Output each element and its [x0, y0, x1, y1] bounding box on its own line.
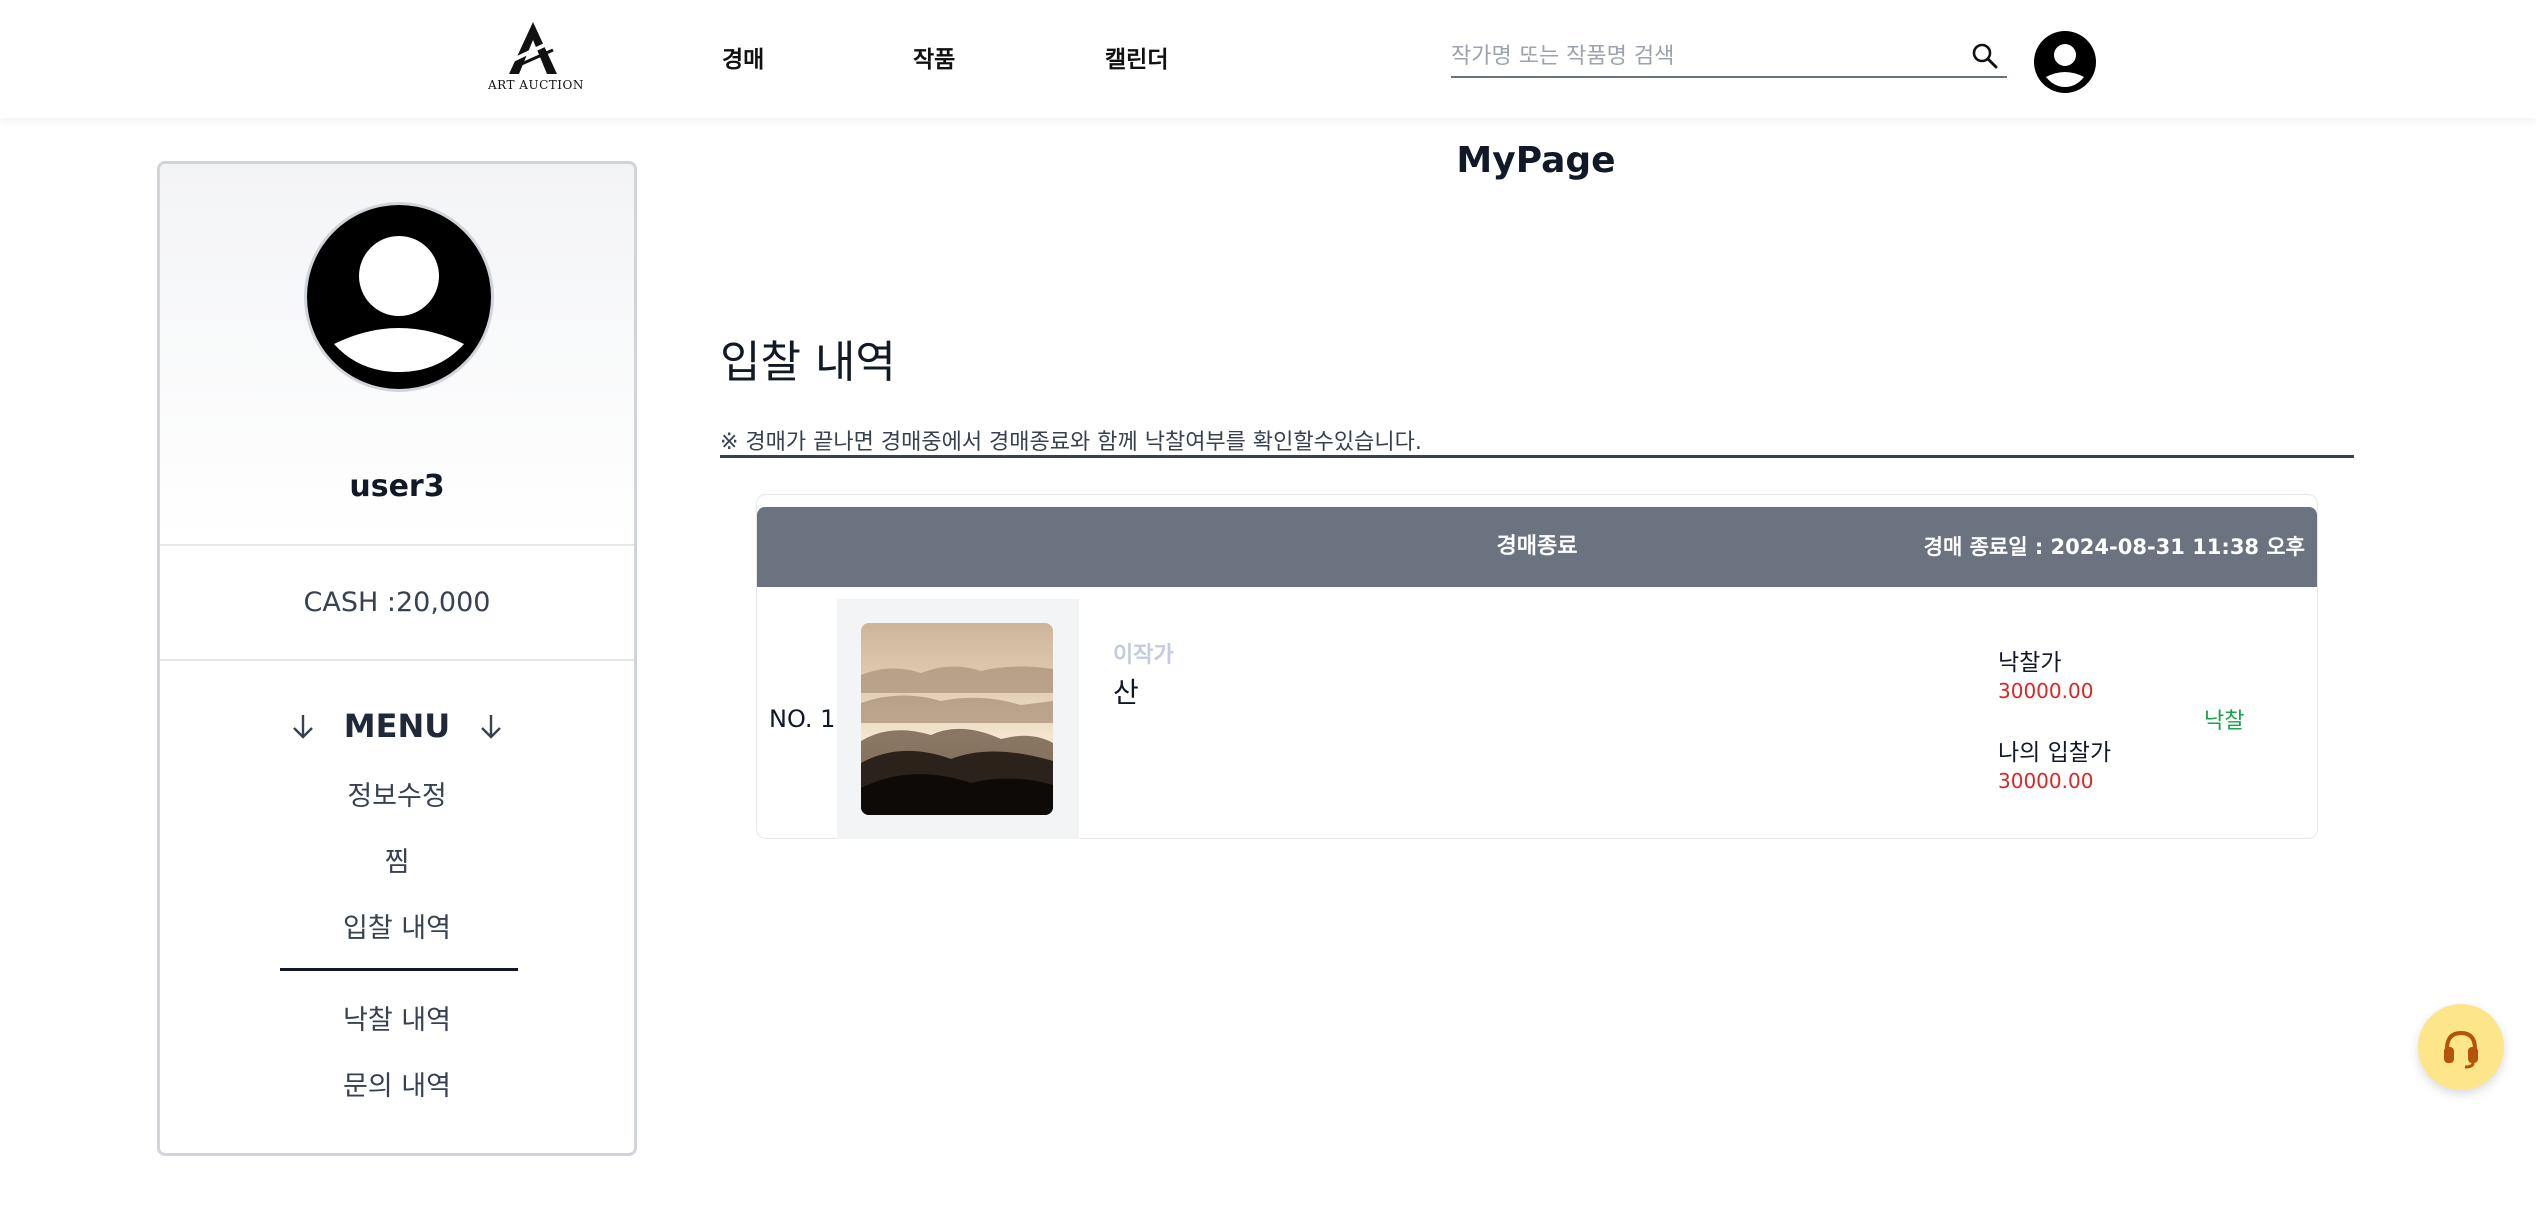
- winning-price-value: 30000.00: [1998, 679, 2094, 703]
- menu-item-bid-history[interactable]: 입찰 내역: [160, 906, 634, 945]
- cash-balance: CASH :20,000: [160, 546, 634, 659]
- my-bid-value: 30000.00: [1998, 769, 2094, 793]
- nav-calendar[interactable]: 캘린더: [1105, 40, 1168, 74]
- artwork-thumbnail[interactable]: [861, 623, 1053, 815]
- logo-mark-icon: [509, 22, 557, 74]
- cash-text: CASH :20,000: [303, 587, 491, 618]
- logo[interactable]: ART AUCTION: [488, 20, 584, 100]
- menu-title-row: MENU: [160, 707, 634, 745]
- nav-auction[interactable]: 경매: [722, 40, 764, 74]
- search-icon[interactable]: [1971, 42, 1999, 70]
- arrow-down-icon: [481, 715, 502, 739]
- search-input[interactable]: [1451, 38, 1951, 74]
- info-note: ※ 경매가 끝나면 경매중에서 경매종료와 함께 낙찰여부를 확인할수있습니다.: [720, 424, 2354, 458]
- profile-section: user3: [160, 164, 634, 544]
- nav-artworks[interactable]: 작품: [913, 40, 955, 74]
- mountain-landscape-image: [861, 623, 1053, 815]
- menu-item-won-history[interactable]: 낙찰 내역: [160, 998, 634, 1037]
- menu-item-inquiry-history[interactable]: 문의 내역: [160, 1064, 634, 1103]
- profile-avatar-icon: [304, 202, 494, 392]
- artwork-thumbnail-frame: [837, 599, 1079, 839]
- top-header: ART AUCTION 경매 작품 캘린더: [0, 0, 2536, 118]
- bid-card-header: 경매종료 경매 종료일 : 2024-08-31 11:38 오후: [757, 507, 2317, 587]
- bid-number: NO. 1: [769, 705, 836, 733]
- mypage-sidebar: user3 CASH :20,000 MENU 정보수정 찜 입찰 내역 낙찰 …: [157, 161, 637, 1156]
- active-menu-underline: [280, 968, 518, 971]
- username: user3: [349, 469, 445, 504]
- menu-item-wishlist[interactable]: 찜: [160, 840, 634, 879]
- artist-name[interactable]: 이작가: [1113, 637, 1174, 669]
- logo-text: ART AUCTION: [488, 78, 584, 92]
- winning-price-label: 낙찰가: [1998, 650, 2062, 676]
- my-bid-label: 나의 입찰가: [1998, 740, 2112, 766]
- search-bar: [1451, 38, 2007, 78]
- auction-end-date: 경매 종료일 : 2024-08-31 11:38 오후: [1923, 535, 2305, 559]
- menu-title: MENU: [343, 707, 451, 745]
- headset-icon: [2444, 1030, 2478, 1069]
- arrow-down-icon: [292, 715, 313, 739]
- menu-section: MENU 정보수정 찜 입찰 내역 낙찰 내역 문의 내역: [160, 661, 634, 1153]
- artwork-title[interactable]: 산: [1113, 671, 1139, 711]
- menu-item-edit-info[interactable]: 정보수정: [160, 774, 634, 813]
- user-avatar-icon[interactable]: [2034, 31, 2096, 93]
- section-title: 입찰 내역: [720, 337, 896, 388]
- bid-result-badge: 낙찰: [2204, 709, 2245, 734]
- page-title: MyPage: [1456, 140, 1616, 181]
- customer-support-button[interactable]: [2418, 1004, 2504, 1090]
- bid-card: 경매종료 경매 종료일 : 2024-08-31 11:38 오후 NO. 1: [756, 494, 2318, 839]
